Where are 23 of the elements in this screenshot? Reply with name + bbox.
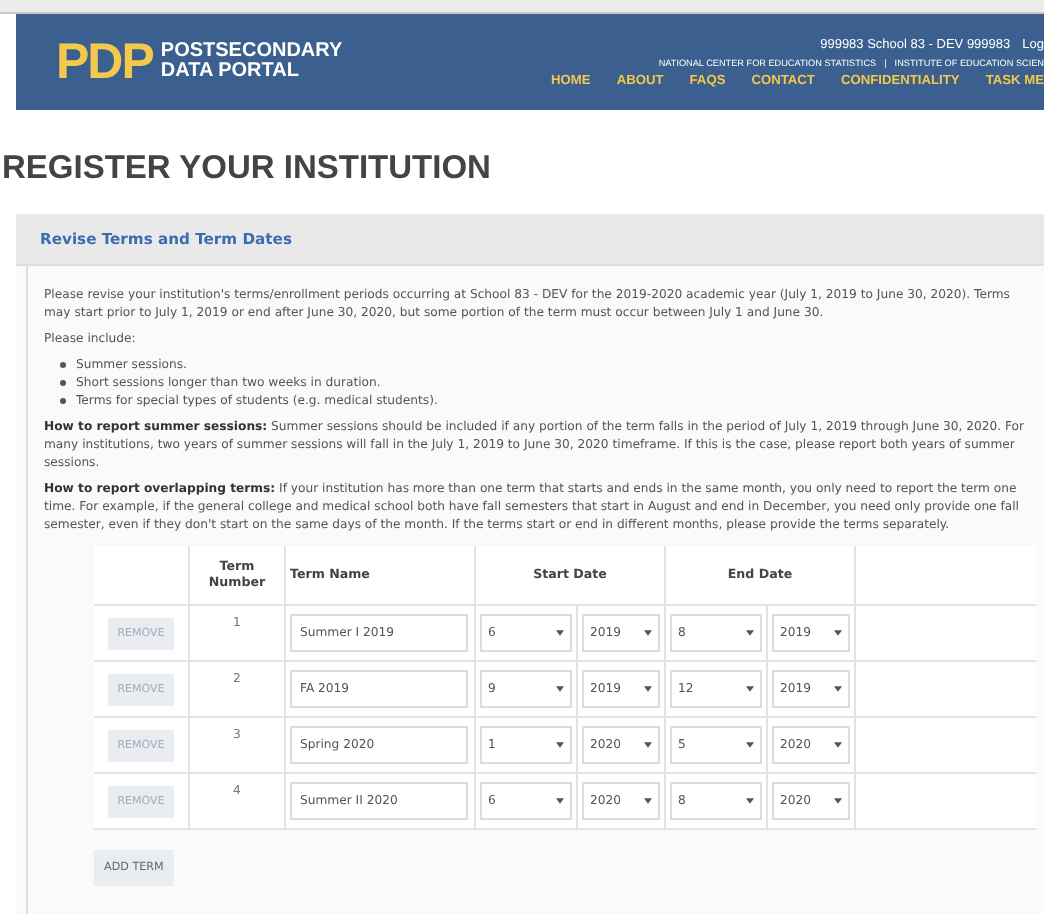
logo-text[interactable]: DATA PORTAL: [160, 62, 343, 82]
caret-icon: [834, 798, 842, 804]
caret-icon: [746, 798, 754, 804]
caret-icon: [644, 630, 652, 636]
caret-icon: [556, 742, 564, 748]
caret-icon: [746, 742, 754, 748]
page-title: REGISTER YOUR INSTITUTION: [0, 150, 493, 190]
caret-icon: [556, 798, 564, 804]
caret-icon: [644, 742, 652, 748]
caret-icon: [834, 630, 842, 636]
bullet-icon: [60, 362, 66, 368]
logo-text[interactable]: POSTSECONDARY: [160, 42, 343, 62]
bullet-icon: [60, 380, 66, 386]
caret-icon: [834, 742, 842, 748]
logo-mark[interactable]: PDP: [56, 33, 153, 91]
caret-icon: [834, 686, 842, 692]
bullet-icon: [60, 398, 66, 404]
caret-icon: [556, 686, 564, 692]
caret-icon: [644, 686, 652, 692]
caret-icon: [746, 630, 754, 636]
caret-icon: [644, 798, 652, 804]
caret-icon: [556, 630, 564, 636]
caret-icon: [746, 686, 754, 692]
